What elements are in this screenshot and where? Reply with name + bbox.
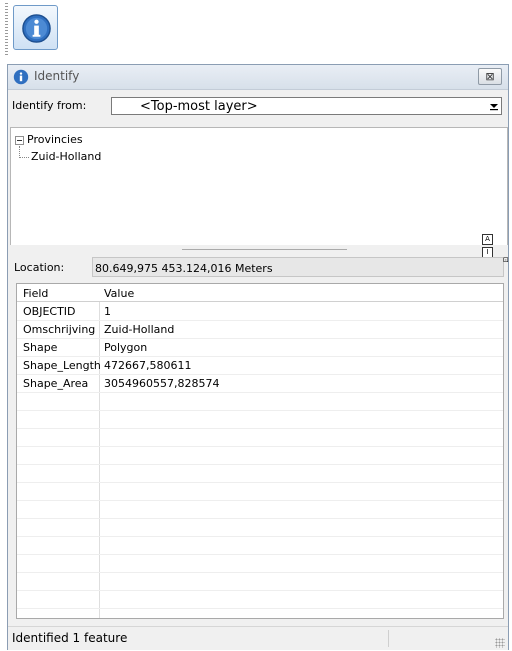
identify-from-select[interactable]: <Top-most layer>	[111, 97, 502, 115]
attribute-grid[interactable]: Field Value OBJECTID 1 Omschrijving Zuid…	[16, 283, 504, 619]
empty-row	[17, 428, 503, 447]
empty-row	[17, 554, 503, 573]
close-button[interactable]: ⊠	[478, 68, 502, 85]
toolbar	[0, 0, 512, 62]
empty-row	[17, 446, 503, 465]
grid-header: Field Value	[17, 284, 503, 302]
table-row[interactable]: OBJECTID 1	[17, 302, 503, 321]
field-column-header[interactable]: Field	[23, 287, 48, 300]
table-row[interactable]: Shape_Length 472667,580611	[17, 356, 503, 375]
results-tree[interactable]: Provincies Zuid-Holland	[10, 127, 508, 247]
location-label: Location:	[14, 261, 65, 274]
pin-icon[interactable]: ⊡	[503, 256, 509, 264]
alpha-sort-icon: A	[482, 234, 493, 245]
status-separator	[388, 630, 389, 647]
table-row[interactable]: Shape_Area 3054960557,828574	[17, 374, 503, 393]
sort-options[interactable]: AI	[482, 234, 504, 258]
splitter-grip	[182, 249, 347, 250]
empty-row	[17, 500, 503, 519]
empty-row	[17, 572, 503, 591]
info-icon	[13, 69, 29, 85]
resize-grip[interactable]	[495, 638, 505, 648]
close-icon: ⊠	[485, 70, 495, 83]
field-cell: OBJECTID	[23, 305, 76, 318]
field-cell: Omschrijving	[23, 323, 96, 336]
table-row[interactable]: Omschrijving Zuid-Holland	[17, 320, 503, 339]
empty-row	[17, 464, 503, 483]
empty-row	[17, 518, 503, 537]
tree-feature-node[interactable]: Zuid-Holland	[31, 150, 101, 163]
empty-row	[17, 392, 503, 411]
value-cell: 3054960557,828574	[104, 377, 220, 390]
value-cell: Polygon	[104, 341, 148, 354]
empty-row	[17, 410, 503, 429]
empty-row	[17, 482, 503, 501]
value-cell: 472667,580611	[104, 359, 192, 372]
collapse-icon[interactable]	[15, 136, 24, 145]
empty-row	[17, 590, 503, 609]
field-cell: Shape_Length	[23, 359, 101, 372]
value-cell: Zuid-Holland	[104, 323, 175, 336]
identify-window: Identify ⊠ Identify from: <Top-most laye…	[7, 64, 509, 650]
tree-layer-node[interactable]: Provincies	[27, 133, 83, 146]
tree-connector	[19, 146, 29, 158]
identify-tool-button[interactable]	[13, 5, 58, 50]
status-bar: Identified 1 feature	[8, 626, 508, 650]
field-cell: Shape	[23, 341, 58, 354]
value-column-header[interactable]: Value	[104, 287, 134, 300]
toolbar-grip[interactable]	[5, 3, 8, 57]
pane-splitter[interactable]	[10, 245, 508, 255]
status-text: Identified 1 feature	[12, 631, 128, 645]
identify-from-label: Identify from:	[12, 99, 87, 112]
value-cell: 1	[104, 305, 111, 318]
title-bar[interactable]: Identify ⊠	[8, 65, 508, 90]
empty-row	[17, 536, 503, 555]
info-icon	[22, 14, 51, 43]
field-cell: Shape_Area	[23, 377, 89, 390]
dropdown-arrow-icon	[490, 104, 498, 111]
window-title: Identify	[34, 69, 80, 83]
location-value: 80.649,975 453.124,016 Meters	[92, 257, 504, 277]
table-row[interactable]: Shape Polygon	[17, 338, 503, 357]
identify-from-value: <Top-most layer>	[140, 99, 258, 114]
